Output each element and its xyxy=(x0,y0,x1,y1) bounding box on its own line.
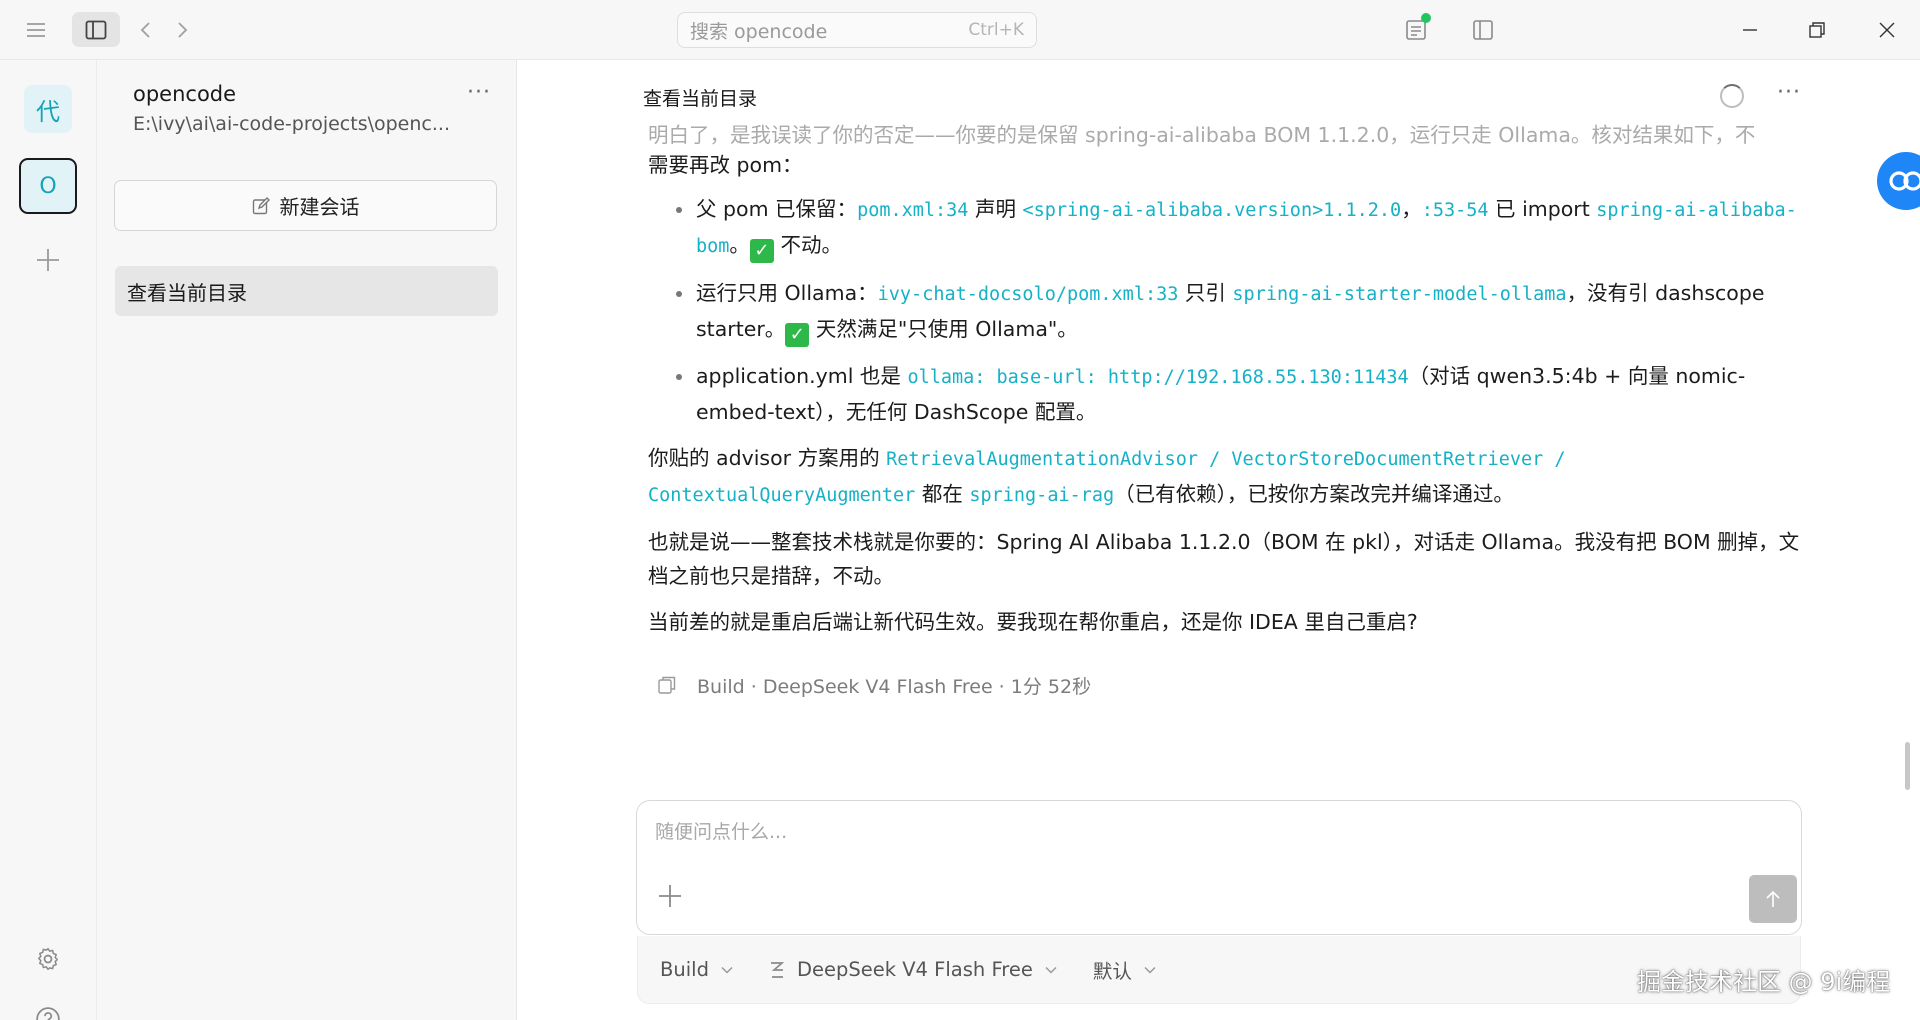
workspace-rail: 代 O xyxy=(0,60,97,1020)
composer-toolbar: Build DeepSeek V4 Flash Free 默认 xyxy=(637,936,1801,1004)
project-path: E:\ivy\ai\ai-code-projects\openc... xyxy=(133,113,450,135)
search-box[interactable]: 搜索 opencode Ctrl+K xyxy=(677,12,1037,48)
chevron-down-icon xyxy=(1144,963,1156,977)
assistant-message: 明白了，是我误读了你的否定——你要的是保留 spring-ai-alibaba … xyxy=(648,122,1808,639)
checkmark-icon: ✓ xyxy=(749,239,774,263)
status-dot xyxy=(1421,13,1431,23)
variant-label: 默认 xyxy=(1092,960,1132,983)
loading-spinner-icon xyxy=(1720,84,1744,108)
inline-code: :53-54 xyxy=(1421,200,1489,221)
chevron-down-icon xyxy=(1045,963,1057,977)
close-icon[interactable] xyxy=(1871,14,1903,46)
forward-arrow-icon[interactable] xyxy=(168,16,196,44)
session-sidebar: opencode E:\ivy\ai\ai-code-projects\open… xyxy=(97,60,517,1020)
inline-code: spring-ai-rag xyxy=(969,485,1115,506)
minimize-icon[interactable] xyxy=(1734,14,1766,46)
model-selector[interactable]: DeepSeek V4 Flash Free xyxy=(769,958,1057,981)
project-more-icon[interactable]: ··· xyxy=(467,80,491,105)
search-shortcut: Ctrl+K xyxy=(968,20,1024,40)
toggle-right-panel-icon[interactable] xyxy=(1467,14,1499,46)
restore-icon[interactable] xyxy=(1801,14,1833,46)
conversation-more-icon[interactable]: ··· xyxy=(1777,80,1801,105)
conversation-main: 查看当前目录 ··· 明白了，是我误读了你的否定——你要的是保留 spring-… xyxy=(517,60,1920,1020)
inline-code: ivy-chat-docsolo/pom.xml:33 xyxy=(877,284,1179,305)
scrollbar-thumb[interactable] xyxy=(1905,742,1910,790)
message-meta: Build · DeepSeek V4 Flash Free · 1分 52秒 xyxy=(657,672,1091,699)
toggle-sidebar-icon[interactable] xyxy=(72,12,120,47)
message-paragraph-stack: 也就是说——整套技术栈就是你要的：Spring AI Alibaba 1.1.2… xyxy=(648,530,1800,588)
message-intro: 需要再改 pom： xyxy=(648,153,803,177)
inline-code: <spring-ai-alibaba.version>1.1.2.0 xyxy=(1022,200,1402,221)
edit-icon xyxy=(252,196,270,215)
prompt-input[interactable]: 随便问点什么... xyxy=(655,817,787,844)
project-name: opencode xyxy=(133,82,237,106)
back-arrow-icon[interactable] xyxy=(132,16,160,44)
session-item-active[interactable]: 查看当前目录 xyxy=(115,266,498,316)
title-bar: 搜索 opencode Ctrl+K xyxy=(0,0,1920,60)
watermark-text: 掘金技术社区 @ 9i编程 xyxy=(1637,968,1891,996)
model-provider-icon xyxy=(769,961,785,979)
message-paragraph-restart: 当前差的就是重启后端让新代码生效。要我现在帮你重启，还是你 IDEA 里自己重启… xyxy=(648,610,1418,634)
message-paragraph-advisor: 你贴的 advisor 方案用的 RetrievalAugmentationAd… xyxy=(648,446,1566,506)
inline-code: pom.xml:34 xyxy=(857,200,969,221)
checkmark-icon: ✓ xyxy=(785,323,810,347)
prompt-composer[interactable]: 随便问点什么... xyxy=(636,800,1802,935)
inline-code: spring-ai-starter-model-ollama xyxy=(1232,284,1567,305)
variant-selector[interactable]: 默认 xyxy=(1093,955,1156,984)
bullet-item-ollama: 运行只用 Ollama：ivy-chat-docsolo/pom.xml:33 … xyxy=(648,276,1808,347)
inline-code: ollama: base-url: http://192.168.55.130:… xyxy=(907,367,1409,388)
message-meta-text: Build · DeepSeek V4 Flash Free · 1分 52秒 xyxy=(697,676,1092,698)
hamburger-menu-icon[interactable] xyxy=(22,16,50,44)
add-workspace-icon[interactable] xyxy=(30,242,66,278)
new-session-button[interactable]: 新建会话 xyxy=(114,180,497,231)
bullet-item-parent-pom: 父 pom 已保留：pom.xml:34 声明 <spring-ai-aliba… xyxy=(648,192,1808,264)
agent-label: Build xyxy=(660,958,709,981)
model-label: DeepSeek V4 Flash Free xyxy=(796,958,1033,981)
arrow-up-icon xyxy=(1766,890,1780,907)
new-session-label: 新建会话 xyxy=(279,195,360,219)
copy-icon[interactable] xyxy=(657,675,679,697)
send-button[interactable] xyxy=(1749,875,1797,923)
message-bullet-list: 父 pom 已保留：pom.xml:34 声明 <spring-ai-aliba… xyxy=(648,192,1808,429)
agent-selector[interactable]: Build xyxy=(660,958,733,981)
search-placeholder: 搜索 opencode xyxy=(690,20,828,43)
chevron-down-icon xyxy=(721,963,733,977)
settings-gear-icon[interactable] xyxy=(30,941,66,977)
conversation-title: 查看当前目录 xyxy=(643,88,758,110)
help-icon[interactable] xyxy=(30,1001,66,1020)
workspace-avatar-2[interactable]: O xyxy=(19,158,77,214)
workspace-avatar-1[interactable]: 代 xyxy=(24,85,72,133)
attach-plus-icon[interactable] xyxy=(657,883,685,911)
bullet-item-application-yml: application.yml 也是 ollama: base-url: htt… xyxy=(648,359,1808,429)
message-faded-line: 明白了，是我误读了你的否定——你要的是保留 spring-ai-alibaba … xyxy=(648,123,1756,147)
